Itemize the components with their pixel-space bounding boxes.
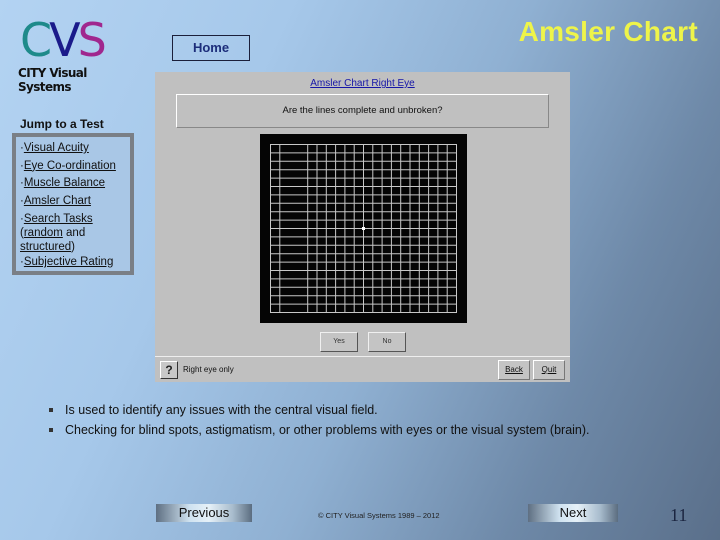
home-button[interactable]: Home (172, 35, 250, 61)
page-title: Amsler Chart (518, 16, 698, 47)
jump-to-test-heading: Jump to a Test (20, 117, 104, 131)
link-amsler-chart[interactable]: Amsler Chart (24, 195, 91, 207)
no-button[interactable]: No (368, 332, 406, 352)
description-list: Is used to identify any issues with the … (49, 400, 590, 440)
next-button[interactable]: Next (528, 504, 618, 522)
jump-item-amsler-chart: ·Amsler Chart (20, 193, 130, 211)
bullet-icon (49, 408, 53, 412)
logo-letter-v: V (49, 13, 81, 67)
link-random[interactable]: random (24, 227, 63, 239)
link-muscle-balance[interactable]: Muscle Balance (24, 177, 105, 189)
logo-subtitle: CITY Visual Systems (18, 66, 87, 94)
and-text: and (62, 227, 86, 239)
page-number: 11 (670, 505, 688, 525)
question-panel: Are the lines complete and unbroken? (176, 94, 549, 128)
amsler-app-window: Amsler Chart Right Eye Are the lines com… (155, 72, 570, 382)
description-item: Is used to identify any issues with the … (49, 400, 590, 420)
yes-button[interactable]: Yes (320, 332, 358, 352)
description-item: Checking for blind spots, astigmatism, o… (49, 420, 590, 440)
back-button[interactable]: Back (498, 360, 530, 380)
app-heading[interactable]: Amsler Chart Right Eye (155, 78, 570, 89)
jump-to-test-panel: ·Visual Acuity ·Eye Co-ordination ·Muscl… (12, 133, 134, 275)
link-structured[interactable]: structured (20, 241, 71, 253)
cvs-logo: CVS CITY Visual Systems (18, 13, 128, 94)
logo-letters: CVS (20, 12, 107, 68)
jump-item-subjective-rating: ·Subjective Rating (20, 254, 130, 272)
copyright: © CITY Visual Systems 1989 – 2012 (318, 511, 440, 520)
link-subjective-rating[interactable]: Subjective Rating (24, 256, 114, 268)
previous-button[interactable]: Previous (156, 504, 252, 522)
fixation-dot (362, 227, 365, 230)
amsler-grid-panel (260, 134, 467, 323)
paren-close: ) (71, 241, 75, 253)
jump-item-muscle-balance: ·Muscle Balance (20, 175, 130, 193)
logo-letter-s: S (77, 13, 107, 67)
link-search-tasks[interactable]: Search Tasks (24, 213, 93, 225)
logo-letter-c: C (20, 13, 52, 67)
jump-item-eye-coordination: ·Eye Co-ordination (20, 158, 130, 176)
app-toolbar: ? Right eye only Back Quit (155, 356, 570, 382)
status-text: Right eye only (183, 365, 234, 374)
jump-item-visual-acuity: ·Visual Acuity (20, 140, 130, 158)
help-icon[interactable]: ? (160, 361, 178, 379)
description-text: Is used to identify any issues with the … (65, 403, 378, 417)
link-visual-acuity[interactable]: Visual Acuity (24, 142, 89, 154)
description-text: Checking for blind spots, astigmatism, o… (65, 423, 590, 437)
quit-button[interactable]: Quit (533, 360, 565, 380)
jump-item-search-tasks: ·Search Tasks (random and structured) (20, 210, 130, 254)
link-eye-coordination[interactable]: Eye Co-ordination (24, 160, 116, 172)
bullet-icon (49, 428, 53, 432)
amsler-grid (270, 144, 457, 313)
